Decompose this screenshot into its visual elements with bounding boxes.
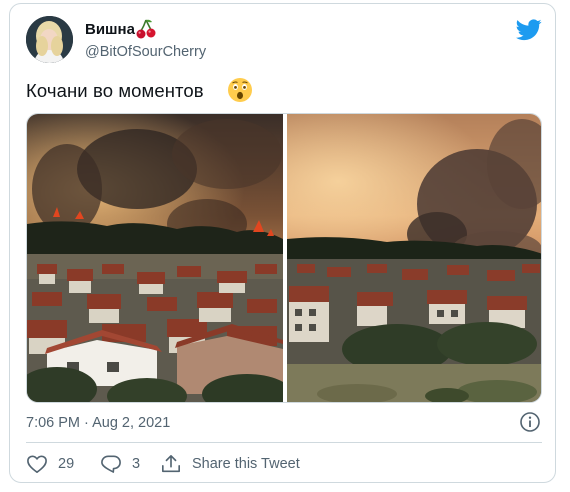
like-count: 29 [58, 456, 75, 472]
reply-button[interactable]: 3 [100, 454, 140, 474]
heart-icon [27, 455, 47, 473]
share-button[interactable]: Share this Tweet [160, 454, 300, 474]
tweet-card[interactable]: Вишна @BitOfSourCherry Кочани во моменто… [9, 3, 556, 483]
reply-icon [101, 455, 121, 473]
avatar-image [26, 16, 73, 63]
avatar[interactable] [26, 16, 73, 63]
media-photos [27, 114, 541, 402]
twitter-bird-icon[interactable] [516, 19, 542, 41]
wildfire-photo-left [27, 114, 292, 402]
cherry-icon [136, 19, 156, 39]
like-button[interactable]: 29 [26, 454, 74, 474]
share-icon [162, 455, 180, 473]
author-display-name[interactable]: Вишна [85, 21, 135, 38]
share-label: Share this Tweet [192, 456, 300, 472]
author-handle[interactable]: @BitOfSourCherry [85, 44, 206, 60]
tweet-text: Кочани во моментов [26, 80, 204, 101]
reply-count: 3 [132, 456, 141, 472]
tweet-timestamp[interactable]: 7:06 PM · Aug 2, 2021 [26, 415, 170, 431]
divider [26, 442, 542, 443]
astonished-face-icon [228, 78, 252, 102]
info-icon[interactable] [519, 411, 541, 433]
tweet-media[interactable] [26, 113, 542, 403]
wildfire-photo-right [287, 114, 541, 402]
